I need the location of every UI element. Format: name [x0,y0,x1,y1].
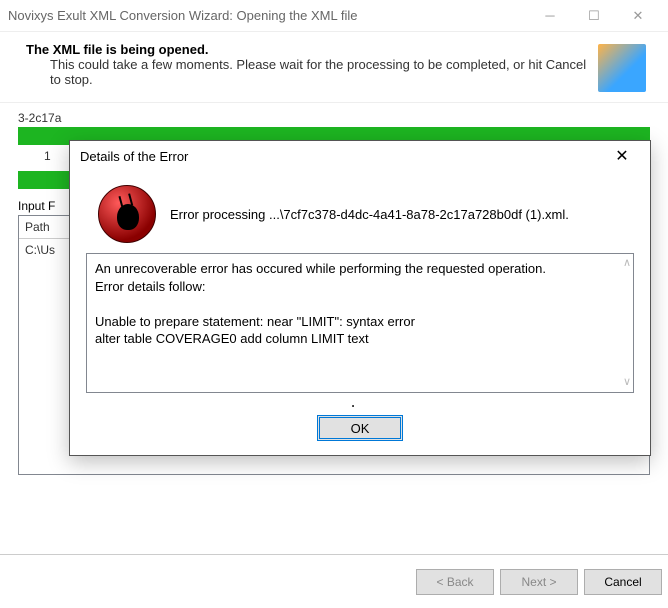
minimize-button[interactable]: ─ [528,1,572,31]
scroll-down-icon[interactable]: ∨ [623,375,631,390]
error-summary: Error processing ...\7cf7c378-d4dc-4a41-… [86,185,634,243]
error-details-textarea[interactable]: An unrecoverable error has occured while… [86,253,634,393]
next-button[interactable]: Next > [500,569,578,595]
maximize-button[interactable]: ☐ [572,1,616,31]
wizard-heading: The XML file is being opened. [26,42,598,57]
window-title: Novixys Exult XML Conversion Wizard: Ope… [8,8,528,23]
window-controls: ─ ☐ ✕ [528,1,660,31]
close-icon[interactable]: ✕ [602,142,642,170]
error-message: Error processing ...\7cf7c378-d4dc-4a41-… [170,207,634,222]
ok-button[interactable]: OK [317,415,403,441]
error-titlebar: Details of the Error ✕ [70,141,650,171]
wizard-header: The XML file is being opened. This could… [0,32,668,103]
error-details-text: An unrecoverable error has occured while… [95,261,546,346]
error-button-row: OK [86,415,634,441]
resize-grip-icon: . [86,395,634,405]
close-window-button[interactable]: ✕ [616,1,660,31]
error-title: Details of the Error [80,149,602,164]
error-content: Error processing ...\7cf7c378-d4dc-4a41-… [70,171,650,455]
error-dialog: Details of the Error ✕ Error processing … [69,140,651,456]
bug-icon [98,185,156,243]
back-button[interactable]: < Back [416,569,494,595]
filename-fragment: 3-2c17a [18,111,650,125]
cancel-button[interactable]: Cancel [584,569,662,595]
wizard-footer: < Back Next > Cancel [0,554,668,608]
wizard-subheading: This could take a few moments. Please wa… [50,57,590,87]
wizard-header-text: The XML file is being opened. This could… [20,42,598,87]
wizard-titlebar: Novixys Exult XML Conversion Wizard: Ope… [0,0,668,32]
scroll-up-icon[interactable]: ∧ [623,256,631,271]
wizard-header-icon [598,44,646,92]
